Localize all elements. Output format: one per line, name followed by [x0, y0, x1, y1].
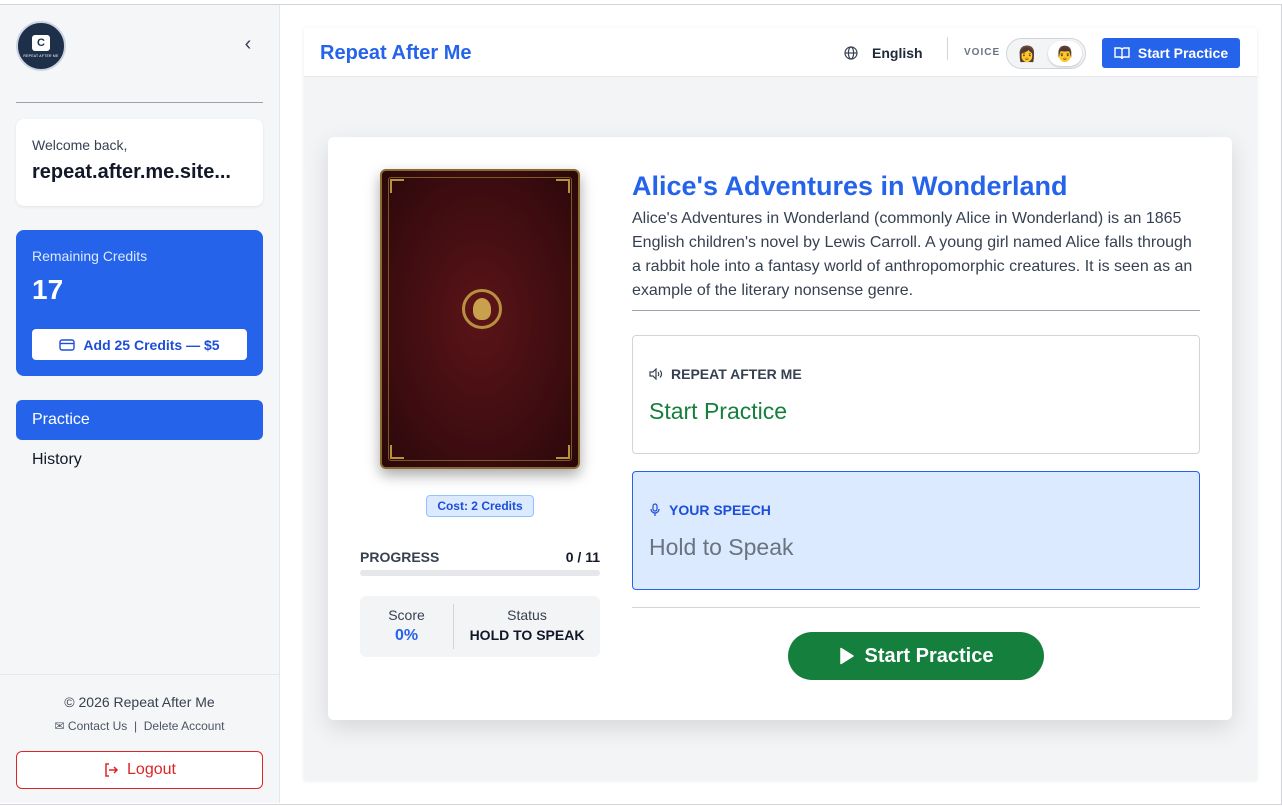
book-open-icon: [1114, 47, 1130, 60]
repeat-header: REPEAT AFTER ME: [671, 366, 802, 382]
add-credits-label: Add 25 Credits — $5: [83, 336, 220, 353]
app-title: Repeat After Me: [320, 42, 472, 64]
status-value: HOLD TO SPEAK: [469, 627, 585, 643]
contact-label: Contact Us: [67, 719, 128, 733]
corner-ornament-icon: [556, 445, 570, 459]
your-speech-box[interactable]: YOUR SPEECH Hold to Speak: [632, 471, 1200, 590]
sidebar-divider: [16, 102, 263, 103]
male-voice-icon[interactable]: 👨: [1048, 41, 1082, 66]
logo-caption: REPEAT AFTER ME: [23, 53, 59, 58]
corner-ornament-icon: [390, 445, 404, 459]
welcome-card: Welcome back, repeat.after.me.site...: [16, 119, 263, 206]
start-practice-main-label: Start Practice: [864, 644, 994, 667]
start-practice-button[interactable]: Start Practice: [788, 632, 1044, 680]
speech-header: YOUR SPEECH: [669, 502, 771, 518]
book-cover: [380, 169, 580, 469]
footer-links: ✉ Contact Us | Delete Account: [0, 719, 279, 733]
corner-ornament-icon: [390, 179, 404, 193]
progress-label: PROGRESS: [360, 549, 440, 565]
start-practice-label: Start Practice: [1137, 45, 1229, 61]
voice-label: VOICE: [964, 47, 1001, 58]
nav-item-label: History: [32, 451, 82, 468]
female-voice-icon[interactable]: 👩: [1010, 41, 1044, 66]
globe-icon: [844, 46, 858, 60]
stats-box: Score 0% Status HOLD TO SPEAK: [360, 596, 600, 657]
description-divider: [632, 310, 1200, 311]
collapse-sidebar-icon[interactable]: ‹: [238, 34, 258, 55]
repeat-text: Start Practice: [649, 398, 788, 424]
app-logo[interactable]: C REPEAT AFTER ME: [16, 21, 66, 71]
credit-card-icon: [59, 338, 76, 351]
score-label: Score: [388, 607, 425, 623]
nav-item-practice[interactable]: Practice: [16, 400, 263, 440]
top-bar: Repeat After Me English VOICE 👩 👨 Start …: [304, 28, 1257, 77]
mail-icon: ✉: [54, 719, 65, 733]
sidebar-footer: © 2026 Repeat After Me ✉ Contact Us | De…: [0, 674, 279, 803]
welcome-label: Welcome back,: [32, 137, 128, 153]
speaker-icon: [649, 368, 663, 380]
progress-value: 0 / 11: [565, 549, 600, 565]
copyright: © 2026 Repeat After Me: [64, 694, 215, 710]
start-practice-header-button[interactable]: Start Practice: [1102, 38, 1240, 68]
score-value: 0%: [394, 627, 419, 644]
logo-mark-icon: C: [32, 34, 50, 51]
progress-bar: [360, 570, 600, 576]
status-stat: Status HOLD TO SPEAK: [453, 604, 600, 649]
logout-icon: [105, 763, 119, 777]
status-label: Status: [507, 607, 547, 623]
cost-badge: Cost: 2 Credits: [426, 495, 534, 517]
main-area: Repeat After Me English VOICE 👩 👨 Start …: [280, 5, 1281, 803]
book-title: Alice's Adventures in Wonderland: [632, 171, 1068, 201]
corner-ornament-icon: [556, 179, 570, 193]
language-selector[interactable]: English: [844, 45, 923, 61]
logout-button[interactable]: Logout: [16, 751, 263, 789]
contact-link[interactable]: ✉ Contact Us: [55, 719, 128, 733]
credits-card: Remaining Credits 17 Add 25 Credits — $5: [16, 230, 263, 376]
repeat-after-me-box: REPEAT AFTER ME Start Practice: [632, 335, 1200, 454]
medallion-icon: [462, 289, 502, 329]
header-divider: [947, 37, 948, 60]
logout-label: Logout: [127, 761, 176, 778]
credits-value: 17: [32, 274, 64, 305]
voice-toggle[interactable]: 👩 👨: [1006, 38, 1086, 69]
score-stat: Score 0%: [360, 596, 453, 657]
speech-text: Hold to Speak: [649, 534, 794, 560]
username: repeat.after.me.site...: [32, 161, 231, 183]
action-divider: [632, 607, 1200, 608]
language-label: English: [872, 45, 923, 61]
add-credits-button[interactable]: Add 25 Credits — $5: [32, 329, 247, 360]
practice-card: Cost: 2 Credits PROGRESS 0 / 11 Score 0%…: [328, 137, 1232, 720]
nav-item-label: Practice: [32, 411, 90, 428]
sidebar: C REPEAT AFTER ME ‹ Welcome back, repeat…: [0, 5, 280, 803]
delete-account-link[interactable]: Delete Account: [144, 719, 225, 733]
play-icon: [839, 647, 854, 665]
microphone-icon: [650, 503, 660, 516]
nav-item-history[interactable]: History: [16, 440, 263, 480]
link-separator: |: [130, 719, 141, 733]
credits-label: Remaining Credits: [32, 248, 148, 264]
book-description: Alice's Adventures in Wonderland (common…: [632, 210, 1193, 299]
content-panel: Repeat After Me English VOICE 👩 👨 Start …: [304, 28, 1257, 780]
